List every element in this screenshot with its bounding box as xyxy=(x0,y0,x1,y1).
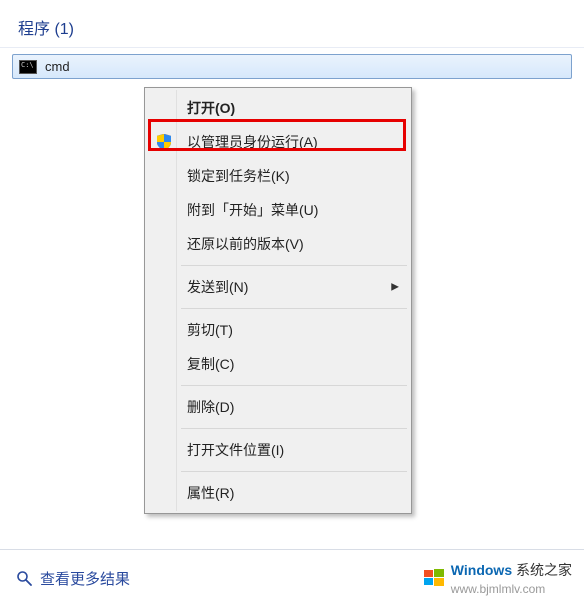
start-search-panel: 程序 (1) cmd 打开(O) 以管理员身份运行(A) 锁定到任务栏(K) 附… xyxy=(0,0,584,614)
category-header: 程序 (1) xyxy=(0,10,584,48)
menu-pin-taskbar[interactable]: 锁定到任务栏(K) xyxy=(147,159,409,193)
windows-logo-icon xyxy=(423,567,445,589)
context-menu: 打开(O) 以管理员身份运行(A) 锁定到任务栏(K) 附到「开始」菜单(U) … xyxy=(144,87,412,514)
see-more-results[interactable]: 查看更多结果 xyxy=(16,568,130,589)
menu-copy[interactable]: 复制(C) xyxy=(147,347,409,381)
menu-open-file-location[interactable]: 打开文件位置(I) xyxy=(147,433,409,467)
cmd-icon xyxy=(19,60,37,74)
bottom-bar: 查看更多结果 Windows 系统之家 www.bjmlmlv.com xyxy=(0,549,584,614)
watermark: Windows 系统之家 www.bjmlmlv.com xyxy=(423,560,572,596)
menu-properties[interactable]: 属性(R) xyxy=(147,476,409,510)
watermark-url: www.bjmlmlv.com xyxy=(451,582,545,596)
watermark-cn: 系统之家 xyxy=(516,562,572,578)
menu-cut[interactable]: 剪切(T) xyxy=(147,313,409,347)
see-more-results-label: 查看更多结果 xyxy=(40,568,130,589)
menu-separator xyxy=(181,385,407,386)
menu-separator xyxy=(181,265,407,266)
search-result-cmd[interactable]: cmd xyxy=(12,54,572,79)
search-icon xyxy=(16,570,32,586)
menu-delete[interactable]: 删除(D) xyxy=(147,390,409,424)
menu-pin-start[interactable]: 附到「开始」菜单(U) xyxy=(147,193,409,227)
menu-run-as-admin[interactable]: 以管理员身份运行(A) xyxy=(147,125,409,159)
menu-separator xyxy=(181,471,407,472)
menu-run-as-admin-label: 以管理员身份运行(A) xyxy=(187,134,318,150)
menu-separator xyxy=(181,308,407,309)
watermark-brand: Windows xyxy=(451,562,512,578)
menu-separator xyxy=(181,428,407,429)
menu-send-to[interactable]: 发送到(N) xyxy=(147,270,409,304)
uac-shield-icon xyxy=(157,134,171,150)
menu-open[interactable]: 打开(O) xyxy=(147,91,409,125)
result-label: cmd xyxy=(45,59,70,74)
menu-restore-previous[interactable]: 还原以前的版本(V) xyxy=(147,227,409,261)
